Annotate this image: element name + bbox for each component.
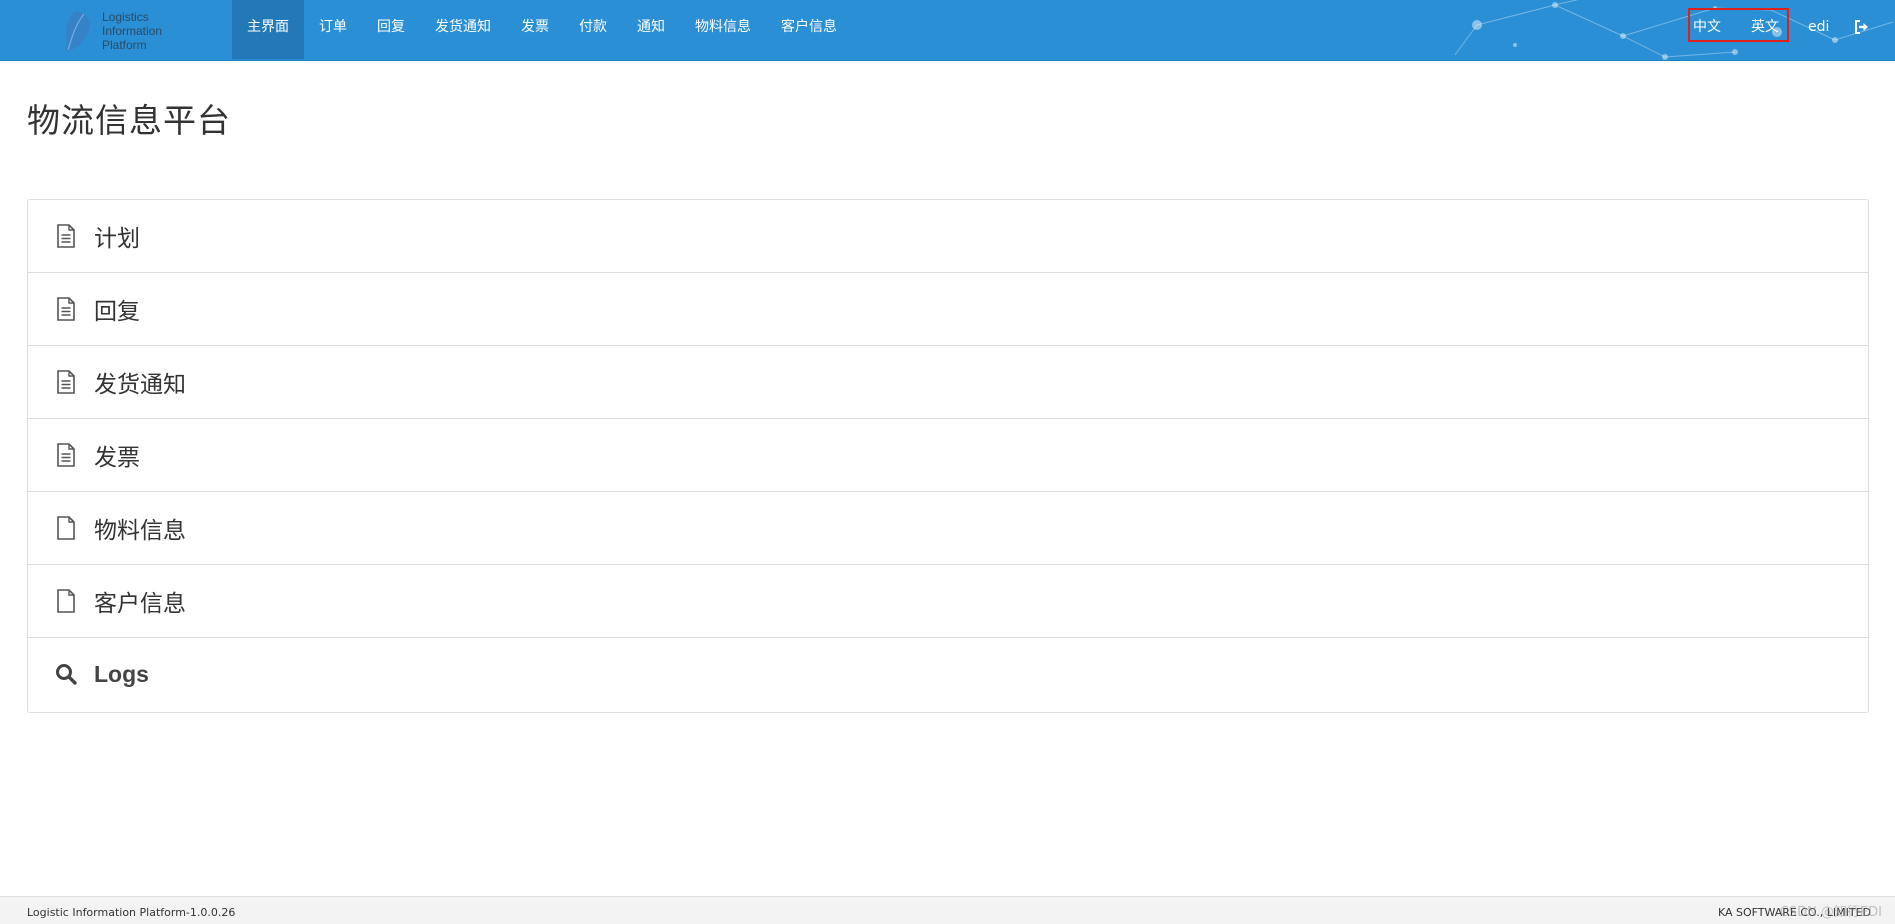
- nav-item-home[interactable]: 主界面: [232, 0, 304, 59]
- logo-line-1: Logistics: [102, 10, 149, 24]
- main-nav: 主界面 订单 回复 发货通知 发票 付款 通知 物料信息 客户信息: [232, 0, 852, 59]
- file-text-icon: [55, 370, 77, 394]
- user-menu[interactable]: edi: [1808, 0, 1829, 54]
- list-item-label: Logs: [94, 660, 149, 687]
- logo-line-2: Information: [102, 24, 163, 38]
- page: Logistics Information Platform 主界面 订单 回复…: [0, 0, 1895, 924]
- search-icon: [55, 662, 77, 686]
- nav-item-customer-info[interactable]: 客户信息: [766, 0, 852, 59]
- logo-line-3: Platform: [102, 38, 147, 52]
- list-item-replies[interactable]: 回复: [28, 273, 1868, 346]
- watermark: CSDN @知行EDI: [1779, 905, 1882, 920]
- lang-english-button[interactable]: 英文: [1751, 0, 1779, 54]
- nav-item-replies[interactable]: 回复: [362, 0, 420, 59]
- list-item-label: 客户信息: [94, 591, 186, 617]
- top-navbar: Logistics Information Platform 主界面 订单 回复…: [0, 0, 1895, 61]
- list-item-label: 回复: [94, 299, 140, 325]
- list-item-material-info[interactable]: 物料信息: [28, 492, 1868, 565]
- page-title: 物流信息平台: [27, 101, 231, 140]
- app-logo[interactable]: Logistics Information Platform: [62, 8, 162, 54]
- nav-item-orders[interactable]: 订单: [304, 0, 362, 59]
- file-text-icon: [55, 297, 77, 321]
- file-text-icon: [55, 224, 77, 248]
- nav-item-invoices[interactable]: 发票: [506, 0, 564, 59]
- nav-item-material-info[interactable]: 物料信息: [680, 0, 766, 59]
- file-icon: [55, 589, 77, 613]
- list-item-shipping-notice[interactable]: 发货通知: [28, 346, 1868, 419]
- file-text-icon: [55, 443, 77, 467]
- list-item-label: 发货通知: [94, 372, 186, 398]
- list-item-logs[interactable]: Logs: [28, 638, 1868, 710]
- list-item-customer-info[interactable]: 客户信息: [28, 565, 1868, 638]
- nav-item-payments[interactable]: 付款: [564, 0, 622, 59]
- list-item-plan[interactable]: 计划: [28, 200, 1868, 273]
- sign-out-icon[interactable]: [1854, 19, 1870, 35]
- list-item-label: 物料信息: [94, 518, 186, 544]
- list-item-invoices[interactable]: 发票: [28, 419, 1868, 492]
- footer: Logistic Information Platform-1.0.0.26 K…: [0, 896, 1895, 924]
- leaf-logo-icon: [66, 12, 90, 51]
- lang-chinese-button[interactable]: 中文: [1693, 0, 1721, 54]
- nav-item-shipping-notice[interactable]: 发货通知: [420, 0, 506, 59]
- file-icon: [55, 516, 77, 540]
- list-item-label: 发票: [94, 445, 140, 471]
- footer-version: Logistic Information Platform-1.0.0.26: [27, 906, 236, 919]
- module-list: 计划 回复 发货通知 发票 物料信息 客户信息 Logs: [27, 199, 1869, 713]
- list-item-label: 计划: [94, 226, 140, 252]
- logo-text: Logistics Information Platform: [102, 10, 162, 52]
- nav-item-notifications[interactable]: 通知: [622, 0, 680, 59]
